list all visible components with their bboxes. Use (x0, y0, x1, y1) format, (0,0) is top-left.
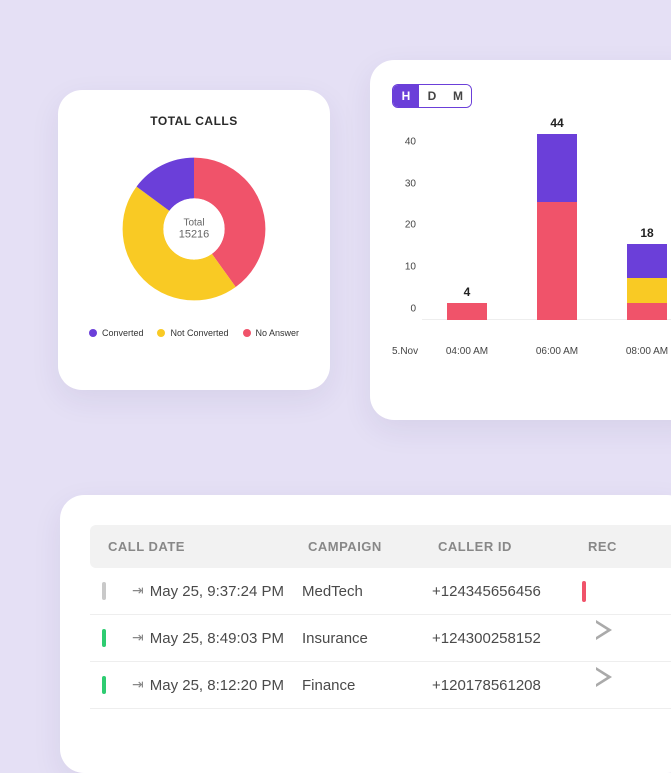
legend-label: No Answer (256, 328, 300, 338)
x-axis: 5.Nov 04:00 AM 06:00 AM 08:00 AM (392, 346, 671, 357)
stop-icon (582, 581, 586, 602)
total-calls-card: TOTAL CALLS Total 15216 Converted Not Co… (58, 90, 330, 390)
cell-campaign: Finance (302, 677, 432, 694)
legend-dot (243, 329, 251, 337)
rec-button[interactable] (582, 630, 662, 647)
table-header: CALL DATE CAMPAIGN CALLER ID REC (90, 525, 671, 568)
cell-call-date: ⇥ May 25, 8:49:03 PM (132, 630, 302, 647)
legend-item-not-converted: Not Converted (157, 328, 228, 338)
cell-caller-id: +124345656456 (432, 583, 582, 600)
legend-dot (89, 329, 97, 337)
y-tick: 0 (410, 304, 416, 315)
y-axis: 0 10 20 30 40 (392, 130, 422, 320)
x-tick: 04:00 AM (446, 346, 488, 357)
outbound-icon: ⇥ (132, 676, 144, 693)
donut-center: Total 15216 (179, 217, 210, 240)
cell-campaign: MedTech (302, 583, 432, 600)
status-indicator (102, 629, 106, 647)
outbound-icon: ⇥ (132, 582, 144, 599)
legend-dot (157, 329, 165, 337)
play-icon (582, 667, 598, 704)
table-row[interactable]: ⇥ May 25, 9:37:24 PM MedTech +1243456564… (90, 568, 671, 615)
cell-caller-id: +124300258152 (432, 630, 582, 647)
table-row[interactable]: ⇥ May 25, 8:49:03 PM Insurance +12430025… (90, 615, 671, 662)
cell-campaign: Insurance (302, 630, 432, 647)
x-tick: 08:00 AM (626, 346, 668, 357)
cell-caller-id: +120178561208 (432, 677, 582, 694)
bar-seg-purple (537, 134, 577, 202)
toggle-day[interactable]: D (419, 85, 445, 107)
call-date-text: May 25, 8:49:03 PM (150, 630, 284, 647)
th-caller-id: CALLER ID (438, 539, 588, 554)
y-tick: 10 (405, 262, 416, 273)
bar-seg-red (447, 303, 487, 320)
y-tick: 40 (405, 136, 416, 147)
cell-call-date: ⇥ May 25, 9:37:24 PM (132, 583, 302, 600)
bar-seg-yellow (627, 278, 667, 303)
cell-call-date: ⇥ May 25, 8:12:20 PM (132, 677, 302, 694)
bar-0400: 4 (447, 303, 487, 320)
legend-label: Converted (102, 328, 144, 338)
rec-button[interactable] (582, 677, 662, 694)
y-tick: 30 (405, 178, 416, 189)
hourly-calls-card: H D M 0 10 20 30 40 4 44 (370, 60, 671, 420)
play-icon (582, 620, 598, 657)
bar-seg-red (537, 202, 577, 320)
bar-0800: 18 (627, 244, 667, 320)
call-date-text: May 25, 8:12:20 PM (150, 677, 284, 694)
legend-item-no-answer: No Answer (243, 328, 300, 338)
time-toggle: H D M (392, 84, 472, 108)
total-calls-title: TOTAL CALLS (76, 114, 312, 128)
bar-total: 18 (627, 226, 667, 240)
rec-button[interactable] (582, 583, 662, 600)
th-call-date: CALL DATE (108, 539, 308, 554)
bar-0600: 44 (537, 134, 577, 320)
bar-total: 4 (447, 285, 487, 299)
donut-legend: Converted Not Converted No Answer (76, 328, 312, 338)
donut-center-label: Total (179, 217, 210, 228)
y-tick: 20 (405, 220, 416, 231)
th-campaign: CAMPAIGN (308, 539, 438, 554)
call-date-text: May 25, 9:37:24 PM (150, 583, 284, 600)
outbound-icon: ⇥ (132, 629, 144, 646)
bar-seg-red (627, 303, 667, 320)
table-row[interactable]: ⇥ May 25, 8:12:20 PM Finance +1201785612… (90, 662, 671, 709)
status-indicator (102, 676, 106, 694)
legend-item-converted: Converted (89, 328, 144, 338)
calls-table-card: CALL DATE CAMPAIGN CALLER ID REC ⇥ May 2… (60, 495, 671, 773)
bar-seg-purple (627, 244, 667, 278)
bars: 4 44 18 (422, 130, 671, 320)
x-tick: 06:00 AM (536, 346, 578, 357)
bar-chart: 0 10 20 30 40 4 44 18 (422, 130, 671, 340)
bar-total: 44 (537, 116, 577, 130)
donut-center-value: 15216 (179, 228, 210, 240)
donut-chart: Total 15216 (109, 144, 279, 314)
status-indicator (102, 582, 106, 600)
th-rec: REC (588, 539, 668, 554)
toggle-hour[interactable]: H (393, 85, 419, 107)
toggle-month[interactable]: M (445, 85, 471, 107)
legend-label: Not Converted (170, 328, 228, 338)
x-corner-date: 5.Nov (392, 346, 418, 357)
